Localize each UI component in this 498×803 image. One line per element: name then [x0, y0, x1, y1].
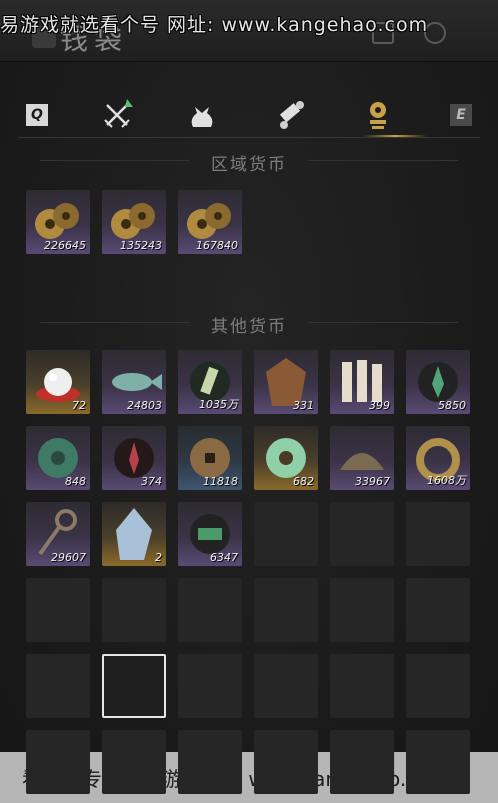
selected-empty-slot[interactable] — [102, 654, 166, 718]
divider — [308, 160, 458, 161]
item-count: 72 — [72, 399, 86, 412]
tab-prev-key[interactable]: Q — [26, 104, 48, 126]
empty-slot[interactable] — [178, 578, 242, 642]
item-count: 167840 — [196, 239, 238, 252]
empty-slot[interactable] — [330, 578, 394, 642]
section-title-other: 其他货币 — [211, 317, 287, 337]
currency-slot[interactable]: 374 — [102, 426, 166, 490]
empty-slot[interactable] — [178, 654, 242, 718]
section-title-regional: 区域货币 — [211, 155, 287, 175]
empty-slot[interactable] — [26, 654, 90, 718]
tab-bar: Q E — [18, 94, 480, 138]
item-count: 374 — [141, 475, 162, 488]
empty-slot[interactable] — [330, 730, 394, 794]
empty-slot[interactable] — [330, 502, 394, 566]
currency-slot[interactable]: 2 — [102, 502, 166, 566]
currency-slot[interactable]: 5850 — [406, 350, 470, 414]
tab-scroll[interactable] — [274, 98, 310, 132]
item-count: 33967 — [355, 475, 390, 488]
divider — [308, 322, 458, 323]
empty-slot[interactable] — [330, 654, 394, 718]
currency-slot[interactable]: 331 — [254, 350, 318, 414]
tab-bag[interactable] — [184, 98, 220, 132]
currency-slot[interactable]: 135243 — [102, 190, 166, 254]
sack-icon — [191, 107, 213, 127]
item-count: 135243 — [120, 239, 162, 252]
currency-slot[interactable]: 682 — [254, 426, 318, 490]
item-count: 5850 — [438, 399, 466, 412]
empty-slot[interactable] — [406, 654, 470, 718]
currency-slot[interactable]: 24803 — [102, 350, 166, 414]
currency-slot[interactable]: 1035万 — [178, 350, 242, 414]
item-count: 1035万 — [199, 398, 238, 411]
watermark-top: 易游戏就选看个号 网址: www.kangehao.com — [0, 14, 429, 36]
currency-icon — [370, 102, 386, 129]
empty-slot[interactable] — [254, 578, 318, 642]
tab-swords[interactable] — [100, 98, 136, 132]
active-tab-indicator — [363, 135, 427, 137]
tab-currency[interactable] — [360, 98, 396, 132]
empty-slot[interactable] — [102, 578, 166, 642]
empty-slot[interactable] — [406, 578, 470, 642]
currency-slot[interactable]: 399 — [330, 350, 394, 414]
empty-slot[interactable] — [26, 578, 90, 642]
currency-slot[interactable]: 72 — [26, 350, 90, 414]
item-count: 682 — [293, 475, 314, 488]
currency-slot[interactable]: 1608万 — [406, 426, 470, 490]
item-count: 848 — [65, 475, 86, 488]
empty-slot[interactable] — [178, 730, 242, 794]
item-count: 2 — [155, 551, 162, 564]
item-count: 1608万 — [427, 474, 466, 487]
currency-slot[interactable]: 33967 — [330, 426, 394, 490]
item-count: 226645 — [44, 239, 86, 252]
currency-slot[interactable]: 29607 — [26, 502, 90, 566]
crossed-swords-icon — [104, 99, 133, 128]
empty-slot[interactable] — [254, 654, 318, 718]
empty-slot[interactable] — [102, 730, 166, 794]
scroll-icon — [279, 101, 304, 129]
item-count: 399 — [369, 399, 390, 412]
currency-slot[interactable]: 167840 — [178, 190, 242, 254]
empty-slot[interactable] — [254, 502, 318, 566]
currency-slot[interactable]: 6347 — [178, 502, 242, 566]
currency-slot[interactable]: 848 — [26, 426, 90, 490]
item-count: 11818 — [203, 475, 238, 488]
empty-slot[interactable] — [406, 730, 470, 794]
item-count: 29607 — [51, 551, 86, 564]
currency-slot[interactable]: 226645 — [26, 190, 90, 254]
item-count: 24803 — [127, 399, 162, 412]
currency-slot[interactable]: 11818 — [178, 426, 242, 490]
empty-slot[interactable] — [254, 730, 318, 794]
item-count: 331 — [293, 399, 314, 412]
empty-slot[interactable] — [26, 730, 90, 794]
tab-next-key[interactable]: E — [450, 104, 472, 126]
item-count: 6347 — [210, 551, 238, 564]
empty-slot[interactable] — [406, 502, 470, 566]
